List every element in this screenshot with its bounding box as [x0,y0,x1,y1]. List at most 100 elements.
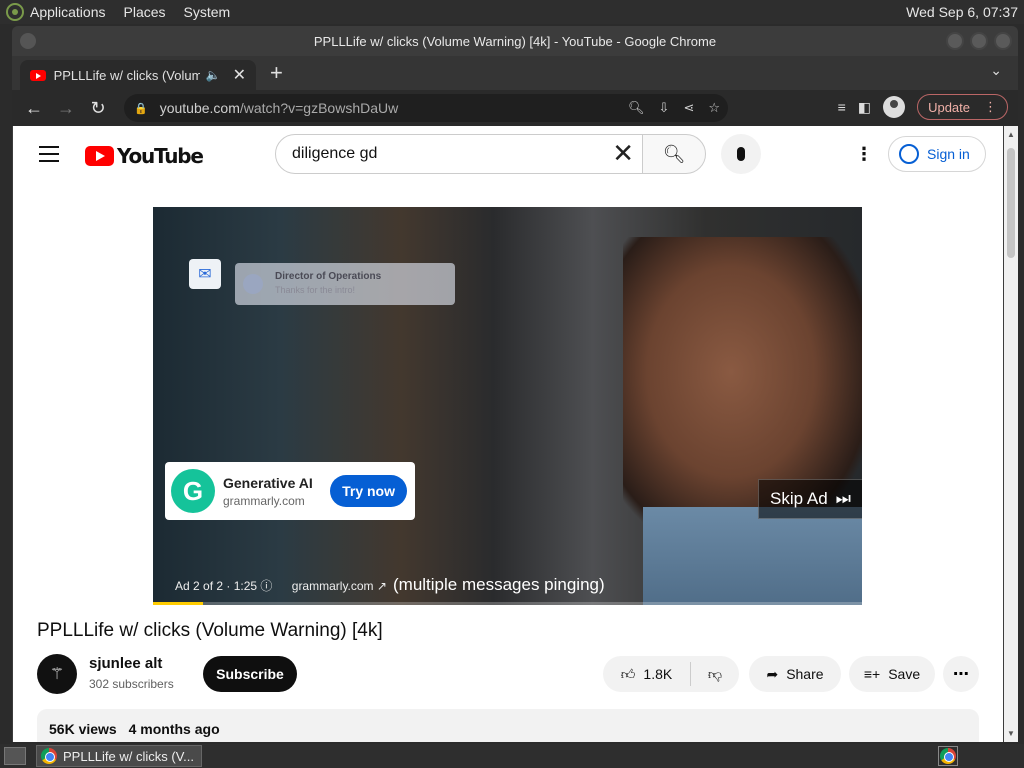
top-panel: Applications Places System Wed Sep 6, 07… [0,0,1024,24]
page-scrollbar[interactable]: ▲ ▼ [1004,126,1018,742]
tab-search-chevron-down-icon[interactable]: ⌄ [990,62,1002,79]
youtube-header: YouTube diligence gd ✕ 🔍︎ ⋮ Sign in [13,126,1003,182]
clock[interactable]: Wed Sep 6, 07:37 [906,4,1018,20]
hamburger-menu-icon[interactable] [39,146,59,167]
close-window-icon[interactable] [994,32,1012,50]
share-label: Share [786,666,824,682]
maximize-icon[interactable] [970,32,988,50]
window-menu-icon[interactable] [20,33,36,49]
window-titlebar[interactable]: PPLLLife w/ clicks (Volume Warning) [4k]… [12,26,1018,56]
dislike-button[interactable]: 👎︎ [691,666,739,683]
tab-youtube[interactable]: PPLLLife w/ clicks (Volume Warning) [4k]… [20,60,256,90]
reload-icon[interactable]: ↻ [82,98,114,119]
zoom-search-icon[interactable]: 🔍︎ [628,100,645,116]
like-count: 1.8K [643,666,673,682]
forward-arrow-icon[interactable]: → [50,98,82,119]
more-actions-icon[interactable]: ⋯ [943,656,979,692]
save-button[interactable]: ≡+ Save [849,656,935,692]
skip-next-icon: ⏭︎ [835,489,851,508]
taskbar-chrome-window[interactable]: PPLLLife w/ clicks (V... [36,745,202,767]
try-now-button[interactable]: Try now [330,475,407,507]
bookmark-star-icon[interactable]: ☆ [708,100,720,116]
taskbar-task-label: PPLLLife w/ clicks (V... [63,748,195,764]
menu-places[interactable]: Places [124,4,166,20]
notif-body: Thanks for the intro! [275,285,356,295]
url-host: youtube.com [159,100,240,116]
search-button[interactable]: 🔍︎ [642,134,706,174]
thumbs-up-icon: 👍︎ [620,665,636,682]
view-count: 56K views [49,721,117,737]
channel-name[interactable]: sjunlee alt [89,655,162,672]
share-button[interactable]: ➦ Share [749,656,841,692]
youtube-play-logo-icon [85,146,114,166]
ad-counter: Ad 2 of 2 · 1:25 [175,579,258,593]
video-player[interactable]: ✉ Director of Operations Thanks for the … [153,207,862,605]
chrome-icon [41,748,57,764]
minimize-icon[interactable] [946,32,964,50]
youtube-logo[interactable]: YouTube [85,144,204,168]
chrome-menu-icon[interactable]: ⋮ [984,99,997,115]
settings-kebab-icon[interactable]: ⋮ [855,144,873,165]
voice-search-mic-icon[interactable] [721,134,761,174]
video-title: PPLLLife w/ clicks (Volume Warning) [4k] [37,620,383,641]
tab-strip: PPLLLife w/ clicks (Volume Warning) [4k]… [12,56,1018,90]
youtube-logo-text: YouTube [117,144,204,168]
scroll-down-icon[interactable]: ▼ [1007,729,1015,738]
url-path: /watch?v=gzBowshDaUw [239,100,399,116]
tab-close-icon[interactable]: ✕ [233,65,246,85]
tab-title: PPLLLife w/ clicks (Volume Warning) [4k]… [53,67,200,83]
scroll-up-icon[interactable]: ▲ [1007,130,1015,139]
profile-avatar-icon[interactable] [883,96,906,118]
account-icon [899,144,919,164]
mail-icon: ✉ [189,259,221,289]
speaker-icon[interactable]: 🔈 [206,68,221,82]
lock-icon[interactable]: 🔒 [134,102,148,115]
save-label: Save [888,666,921,682]
sign-in-button[interactable]: Sign in [888,136,986,172]
subscriber-count: 302 subscribers [89,677,174,691]
share-icon[interactable]: ⋖ [683,100,694,116]
side-panel-icon[interactable]: ◧ [858,99,871,116]
browser-toolbar: ← → ↻ 🔒 youtube.com/watch?v=gzBowshDaUw … [12,90,1018,126]
update-label: Update [928,99,970,115]
video-notification-overlay: Director of Operations Thanks for the in… [235,263,455,305]
distro-logo-icon[interactable] [6,3,24,21]
like-button[interactable]: 👍︎ 1.8K [603,662,691,686]
grammarly-logo-icon: G [171,469,215,513]
youtube-page: YouTube diligence gd ✕ 🔍︎ ⋮ Sign in ✉ Di… [13,126,1003,742]
back-arrow-icon[interactable]: ← [18,98,50,119]
external-link-icon[interactable]: ↗ [377,579,387,593]
upload-age: 4 months ago [128,721,220,737]
video-caption: (multiple messages pinging) [393,575,605,594]
search-value: diligence gd [292,145,378,162]
skip-ad-label: Skip Ad [770,489,828,508]
media-controls-icon[interactable]: ≡ [838,99,846,115]
subscribe-button[interactable]: Subscribe [203,656,297,692]
search-input[interactable]: diligence gd ✕ [275,134,643,174]
ad-progress-bar[interactable] [153,602,862,605]
ad-info: Ad 2 of 2 · 1:25 ⓘ grammarly.com ↗ [175,577,387,594]
tray-chrome-icon[interactable] [938,746,958,766]
sign-in-label: Sign in [927,146,970,162]
thumbs-down-icon: 👎︎ [707,665,723,682]
youtube-favicon-icon [30,69,46,81]
playlist-add-icon: ≡+ [863,666,881,682]
skip-ad-button[interactable]: Skip Ad ⏭︎ [758,479,862,519]
ad-progress-fill [153,602,203,605]
menu-system[interactable]: System [184,4,231,20]
install-app-icon[interactable]: ⇩ [659,100,670,116]
address-bar[interactable]: 🔒 youtube.com/watch?v=gzBowshDaUw 🔍︎ ⇩ ⋖… [124,94,728,122]
ad-link[interactable]: grammarly.com [292,579,374,593]
menu-applications[interactable]: Applications [30,4,106,20]
channel-avatar[interactable]: ⚚ [37,654,77,694]
update-button[interactable]: Update ⋮ [917,94,1008,120]
new-tab-button[interactable]: + [270,60,283,86]
bottom-taskbar: PPLLLife w/ clicks (V... [0,744,1024,768]
show-desktop-icon[interactable] [4,747,26,765]
ad-title: Generative AI [223,474,313,491]
info-icon[interactable]: ⓘ [260,579,272,593]
clear-search-icon[interactable]: ✕ [612,140,634,166]
scrollbar-thumb[interactable] [1007,148,1015,258]
description-box[interactable]: 56K views 4 months ago [37,709,979,742]
ad-card[interactable]: G Generative AI grammarly.com Try now [165,462,415,520]
